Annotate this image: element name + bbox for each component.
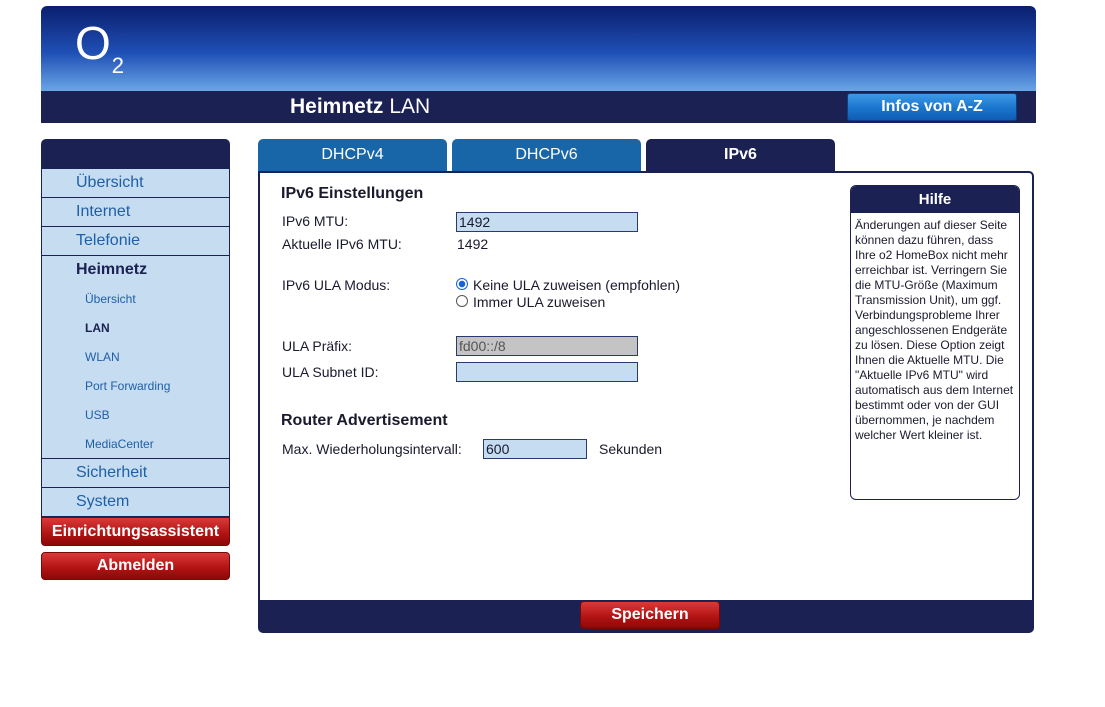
current-mtu-value: 1492 <box>457 236 489 252</box>
sidebar-subitem-wlan[interactable]: WLAN <box>41 343 230 372</box>
ula-always-label: Immer ULA zuweisen <box>473 294 606 310</box>
ula-none-label: Keine ULA zuweisen (empfohlen) <box>473 277 681 293</box>
ipv6-settings-title: IPv6 Einstellungen <box>281 185 424 202</box>
ipv6-mtu-label: IPv6 MTU: <box>282 213 349 229</box>
sidebar-item-heimnetz[interactable]: Heimnetz <box>41 256 230 285</box>
ula-prefix-input: fd00::/8 <box>456 336 638 356</box>
ula-subnet-input[interactable] <box>456 362 638 382</box>
header-bar: Heimnetz LAN Infos von A-Z <box>41 91 1036 123</box>
ra-interval-input[interactable]: 600 <box>483 439 587 459</box>
sidebar: Übersicht Internet Telefonie Heimnetz Üb… <box>41 139 230 580</box>
page-title-section: Heimnetz <box>290 95 384 118</box>
router-advertisement-title: Router Advertisement <box>281 412 448 429</box>
panel-footer: Speichern <box>260 600 1032 631</box>
page-title: Heimnetz LAN <box>290 94 430 120</box>
o2-logo: O2 <box>75 17 125 78</box>
help-title: Hilfe <box>851 186 1019 213</box>
sidebar-item-telefonie[interactable]: Telefonie <box>41 227 230 256</box>
ipv6-mtu-input[interactable]: 1492 <box>456 212 638 232</box>
tab-dhcpv4[interactable]: DHCPv4 <box>258 139 447 171</box>
sidebar-subitem-port-forwarding[interactable]: Port Forwarding <box>41 372 230 401</box>
ula-mode-label: IPv6 ULA Modus: <box>282 277 391 293</box>
sidebar-item-system[interactable]: System <box>41 488 230 517</box>
infos-a-z-button[interactable]: Infos von A-Z <box>847 93 1017 121</box>
ula-subnet-label: ULA Subnet ID: <box>282 364 379 380</box>
sidebar-subitem-uebersicht[interactable]: Übersicht <box>41 285 230 314</box>
help-text: Änderungen auf dieser Seite können dazu … <box>855 218 1014 442</box>
ra-interval-label: Max. Wiederholungsintervall: <box>282 441 462 457</box>
sidebar-header <box>41 139 230 169</box>
header: O2 Heimnetz LAN Infos von A-Z <box>41 6 1036 123</box>
sidebar-item-sicherheit[interactable]: Sicherheit <box>41 459 230 488</box>
sidebar-subitem-usb[interactable]: USB <box>41 401 230 430</box>
tab-ipv6[interactable]: IPv6 <box>646 139 835 171</box>
sidebar-subitem-lan[interactable]: LAN <box>41 314 230 343</box>
current-mtu-label: Aktuelle IPv6 MTU: <box>282 236 402 252</box>
sidebar-item-internet[interactable]: Internet <box>41 198 230 227</box>
page-title-page: LAN <box>389 95 431 118</box>
ra-interval-unit: Sekunden <box>599 441 663 457</box>
ula-prefix-label: ULA Präfix: <box>282 338 353 354</box>
help-box: Hilfe Änderungen auf dieser Seite können… <box>850 185 1020 500</box>
tab-dhcpv6[interactable]: DHCPv6 <box>452 139 641 171</box>
logout-button[interactable]: Abmelden <box>41 552 230 580</box>
ula-always-radio[interactable] <box>456 295 468 307</box>
ula-none-radio[interactable] <box>456 278 468 290</box>
header-banner: O2 <box>41 6 1036 91</box>
content-panel: IPv6 Einstellungen IPv6 MTU: 1492 Aktuel… <box>258 171 1034 633</box>
sidebar-subitem-mediacenter[interactable]: MediaCenter <box>41 430 230 459</box>
setup-assistant-button[interactable]: Einrichtungsassistent <box>41 517 230 546</box>
save-button[interactable]: Speichern <box>580 601 720 629</box>
sidebar-item-uebersicht[interactable]: Übersicht <box>41 169 230 198</box>
